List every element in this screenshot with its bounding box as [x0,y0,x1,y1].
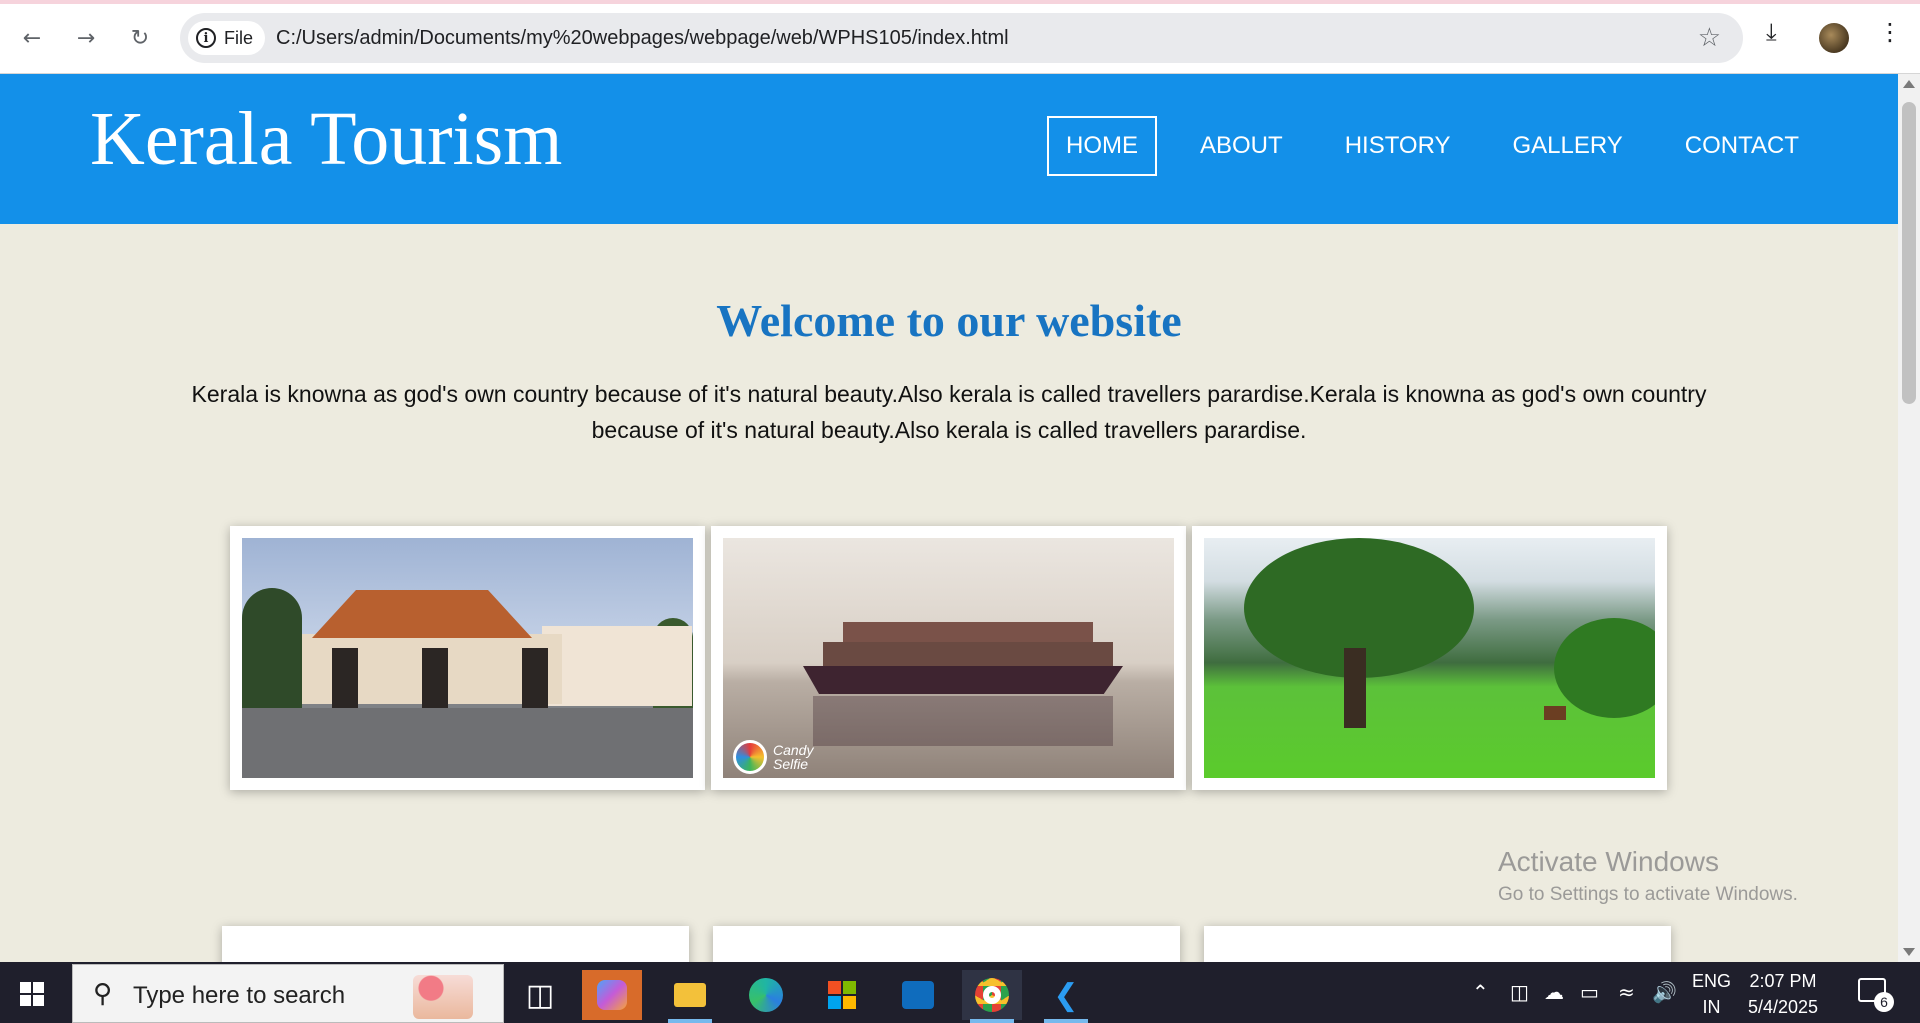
activate-windows-watermark: Activate Windows Go to Settings to activ… [1498,846,1798,906]
activate-windows-title: Activate Windows [1498,846,1719,877]
reload-icon[interactable]: ↻ [124,22,156,54]
taskbar: ⚲ Type here to search ◫ ❮ ⌃ ◫ ☁ ▭ ≈ 🔊 EN… [0,962,1920,1023]
kebab-menu-icon[interactable]: ⋮ [1878,18,1902,46]
language-code: ENG [1692,971,1732,991]
outlook-icon[interactable] [888,970,948,1020]
edge-icon[interactable] [736,970,796,1020]
wifi-icon[interactable]: ≈ [1618,980,1635,1004]
url-text[interactable]: C:/Users/admin/Documents/my%20webpages/w… [276,27,1009,50]
photo-building [242,538,693,778]
back-icon[interactable]: ← [16,22,48,54]
browser-toolbar: ← → ↻ i File C:/Users/admin/Documents/my… [0,0,1920,74]
taskbar-search-placeholder: Type here to search [133,982,346,1009]
photo-card-houseboat: Candy Selfie [711,526,1186,790]
lower-card-3 [1204,926,1671,962]
lower-card-2 [713,926,1180,962]
scroll-up-icon[interactable] [1903,80,1915,88]
download-icon[interactable]: ⤓ [1766,18,1777,46]
windows-start-icon[interactable] [20,982,44,1006]
forward-icon[interactable]: → [70,22,102,54]
nav-about[interactable]: ABOUT [1181,116,1302,176]
activate-windows-subtitle: Go to Settings to activate Windows. [1498,884,1798,905]
microsoft-store-icon[interactable] [812,970,872,1020]
tab-strip [0,0,1920,4]
scroll-down-icon[interactable] [1903,948,1915,956]
photo-meadow [1204,538,1655,778]
site-header: Kerala Tourism HOME ABOUT HISTORY GALLER… [0,74,1898,224]
show-hidden-icons-chevron[interactable]: ⌃ [1472,980,1489,1004]
site-info-chip[interactable]: i File [188,21,266,55]
clock-date: 5/4/2025 [1748,997,1819,1017]
language-indicator[interactable]: ENG IN [1692,968,1731,1020]
site-nav: HOME ABOUT HISTORY GALLERY CONTACT [1047,116,1842,176]
notification-count-badge: 6 [1874,992,1894,1012]
clock-time: 2:07 PM [1749,971,1817,991]
photo-houseboat: Candy Selfie [723,538,1174,778]
scrollbar-thumb[interactable] [1902,102,1916,404]
lower-card-1 [222,926,689,962]
site-chip-label: File [224,27,254,48]
star-icon[interactable]: ☆ [1698,23,1721,53]
intro-paragraph: Kerala is knowna as god's own country be… [191,381,1707,443]
nav-history[interactable]: HISTORY [1326,116,1470,176]
onedrive-cloud-icon[interactable]: ☁ [1544,980,1564,1004]
task-view-icon[interactable]: ◫ [510,970,570,1020]
nav-home[interactable]: HOME [1047,116,1157,176]
candy-selfie-watermark: Candy Selfie [733,740,833,774]
region-code: IN [1702,997,1721,1017]
info-icon: i [196,28,216,48]
volume-icon[interactable]: 🔊 [1652,980,1677,1004]
photo-card-meadow [1192,526,1667,790]
photo-card-building [230,526,705,790]
page-scrollbar[interactable] [1898,74,1920,962]
file-explorer-icon[interactable] [660,970,720,1023]
chrome-icon[interactable] [962,970,1022,1023]
profile-avatar[interactable] [1819,23,1849,53]
search-icon: ⚲ [93,979,113,1009]
vscode-icon[interactable]: ❮ [1036,970,1096,1023]
taskbar-search[interactable]: ⚲ Type here to search [72,964,504,1023]
battery-icon[interactable]: ▭ [1580,980,1599,1004]
nav-contact[interactable]: CONTACT [1666,116,1818,176]
camera-logo-icon [733,740,767,774]
search-highlight-image [413,975,473,1019]
address-bar[interactable]: i File C:/Users/admin/Documents/my%20web… [180,13,1743,63]
nav-gallery[interactable]: GALLERY [1494,116,1642,176]
system-clock[interactable]: 2:07 PM 5/4/2025 [1748,968,1818,1020]
candy-selfie-text: Candy Selfie [773,742,814,772]
site-title: Kerala Tourism [90,97,563,181]
copilot-icon[interactable] [582,970,642,1020]
page-viewport: Kerala Tourism HOME ABOUT HISTORY GALLER… [0,74,1898,962]
meet-icon[interactable]: ◫ [1510,980,1529,1004]
welcome-heading: Welcome to our website [716,295,1182,346]
